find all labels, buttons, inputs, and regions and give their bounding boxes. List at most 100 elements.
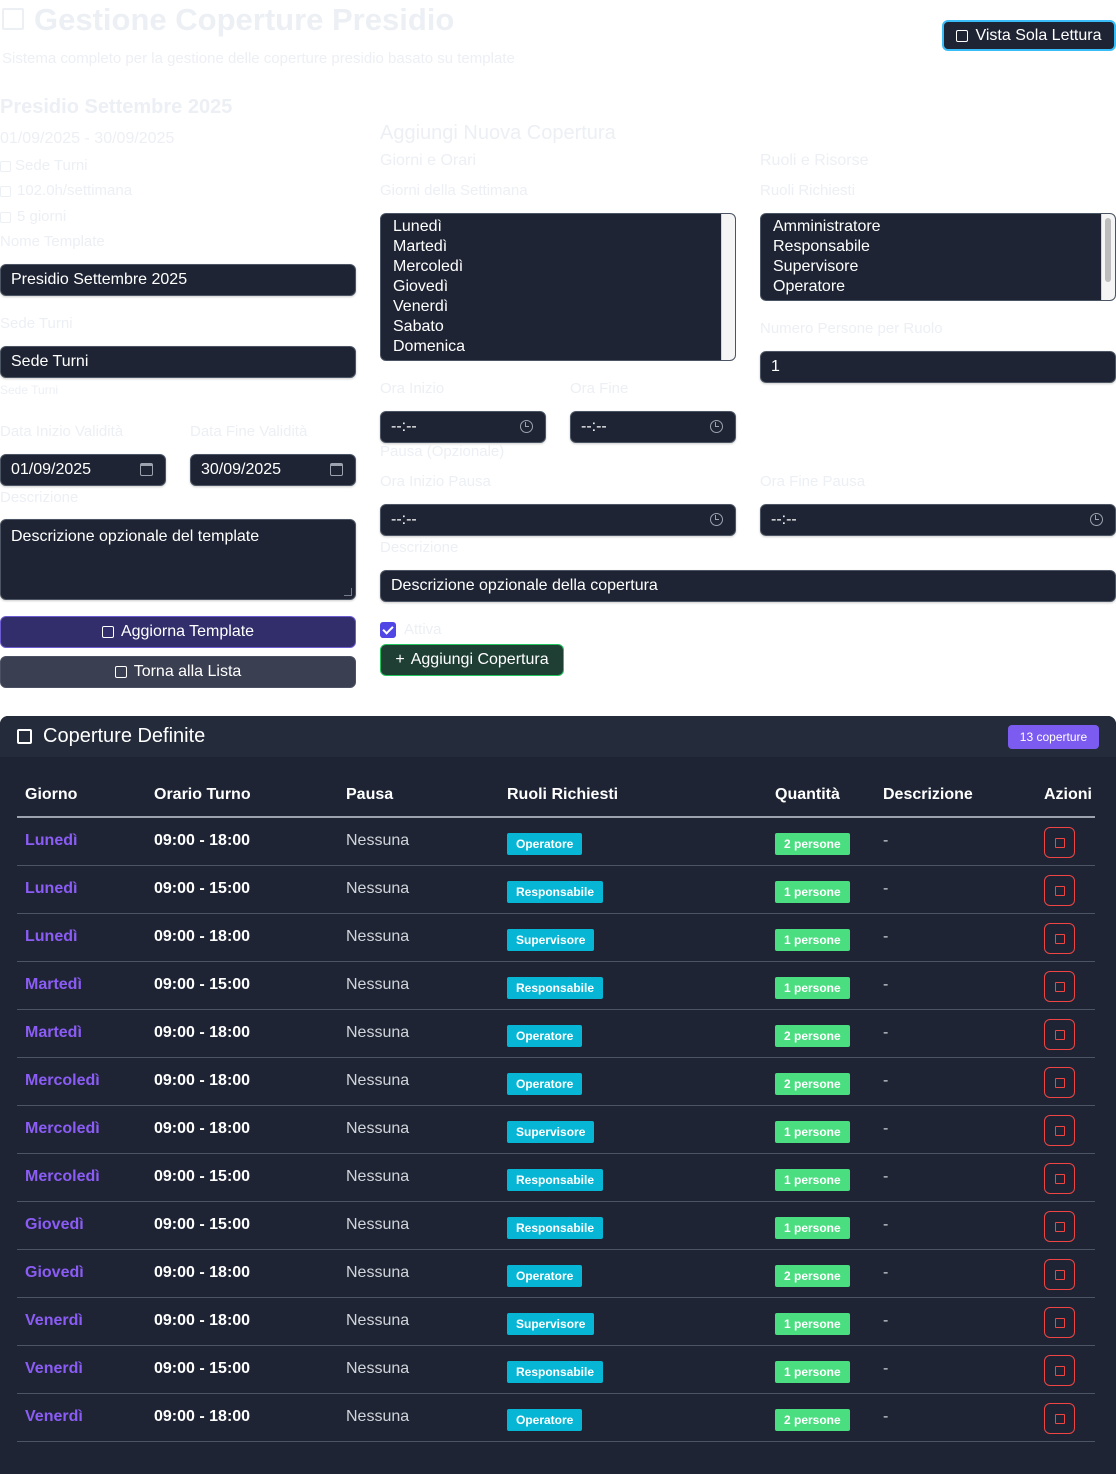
roles-label: Ruoli Richiesti: [760, 182, 856, 199]
column-header-pause[interactable]: Pausa: [338, 773, 499, 818]
cell-role: Operatore: [499, 1057, 767, 1106]
column-header-day[interactable]: Giorno: [17, 773, 146, 818]
role-option-responsabile[interactable]: Responsabile: [773, 237, 1115, 257]
day-option-martedi[interactable]: Martedì: [393, 237, 735, 257]
delete-coverage-button[interactable]: [1044, 923, 1075, 954]
cell-quantity: 2 persone: [767, 1009, 875, 1058]
cell-pause: Nessuna: [338, 1105, 499, 1154]
roles-listbox[interactable]: Amministratore Responsabile Supervisore …: [760, 213, 1116, 301]
cell-time: 09:00 - 18:00: [146, 1393, 338, 1442]
start-time-input[interactable]: --:--: [380, 411, 546, 443]
break-end-input[interactable]: --:--: [760, 504, 1116, 536]
delete-coverage-button[interactable]: [1044, 1307, 1075, 1338]
template-name-label: Nome Template: [0, 233, 105, 250]
cell-quantity: 2 persone: [767, 1393, 875, 1442]
roles-listbox-scrollbar[interactable]: [1101, 214, 1115, 300]
clock-picker-icon[interactable]: [520, 420, 533, 433]
template-period: 01/09/2025 - 30/09/2025: [0, 130, 175, 147]
table-row: Giovedì 09:00 - 15:00 Nessuna Responsabile 1…: [17, 1201, 1095, 1250]
day-option-giovedi[interactable]: Giovedì: [393, 277, 735, 297]
active-checkbox[interactable]: [380, 622, 396, 638]
coverages-title-text: Coperture Definite: [43, 725, 206, 747]
cell-pause: Nessuna: [338, 1201, 499, 1250]
coverages-title: Coperture Definite: [17, 725, 205, 748]
day-option-lunedi[interactable]: Lunedì: [393, 217, 735, 237]
calendar-picker-icon[interactable]: [330, 463, 343, 476]
coverage-description-input[interactable]: Descrizione opzionale della copertura: [380, 570, 1116, 602]
delete-coverage-button[interactable]: [1044, 1355, 1075, 1386]
break-end-label: Ora Fine Pausa: [760, 473, 866, 490]
clock-picker-icon[interactable]: [1090, 513, 1103, 526]
role-option-amministratore[interactable]: Amministratore: [773, 217, 1115, 237]
cell-quantity: 2 persone: [767, 1249, 875, 1298]
cell-role: Operatore: [499, 817, 767, 866]
delete-coverage-button[interactable]: [1044, 1019, 1075, 1050]
calendar-picker-icon[interactable]: [140, 463, 153, 476]
column-header-description[interactable]: Descrizione: [875, 773, 1036, 818]
template-end-date-input[interactable]: 30/09/2025: [190, 454, 356, 486]
break-start-input[interactable]: --:--: [380, 504, 736, 536]
template-description-textarea[interactable]: Descrizione opzionale del template: [0, 519, 356, 600]
cell-day: Lunedì: [17, 817, 146, 866]
column-header-time[interactable]: Orario Turno: [146, 773, 338, 818]
delete-coverage-button[interactable]: [1044, 1067, 1075, 1098]
delete-coverage-button[interactable]: [1044, 1115, 1075, 1146]
role-badge: Supervisore: [507, 929, 595, 951]
cell-quantity: 1 persone: [767, 913, 875, 962]
table-row: Mercoledì 09:00 - 18:00 Nessuna Operatore 2 …: [17, 1057, 1095, 1106]
location-icon: [0, 160, 11, 172]
quantity-badge: 2 persone: [775, 833, 850, 856]
quantity-badge: 1 persone: [775, 929, 850, 951]
template-start-label: Data Inizio Validità: [0, 423, 124, 440]
clock-picker-icon[interactable]: [710, 420, 723, 433]
column-header-actions[interactable]: Azioni: [1036, 773, 1095, 818]
cell-description: -: [875, 1105, 1036, 1154]
role-option-operatore[interactable]: Operatore: [773, 277, 1115, 297]
day-option-domenica[interactable]: Domenica: [393, 337, 735, 357]
delete-coverage-button[interactable]: [1044, 971, 1075, 1002]
template-end-label: Data Fine Validità: [190, 423, 308, 440]
cell-description: -: [875, 1345, 1036, 1394]
end-time-input[interactable]: --:--: [570, 411, 736, 443]
cell-pause: Nessuna: [338, 1153, 499, 1202]
coverages-card: Coperture Definite 13 coperture Giorno O…: [0, 716, 1116, 1474]
delete-coverage-button[interactable]: [1044, 1259, 1075, 1290]
update-template-button[interactable]: Aggiorna Template: [0, 616, 356, 648]
readonly-view-button[interactable]: Vista Sola Lettura: [942, 20, 1116, 51]
days-listbox-scrollbar[interactable]: [721, 214, 735, 360]
column-header-quantity[interactable]: Quantità: [767, 773, 875, 818]
clock-picker-icon[interactable]: [710, 513, 723, 526]
delete-coverage-button[interactable]: [1044, 875, 1075, 906]
delete-coverage-button[interactable]: [1044, 827, 1075, 859]
roles-listbox-scroll-thumb[interactable]: [1105, 218, 1111, 282]
add-coverage-button[interactable]: + Aggiungi Copertura: [380, 644, 564, 676]
role-badge: Responsabile: [507, 977, 604, 999]
cell-pause: Nessuna: [338, 1297, 499, 1346]
delete-coverage-button[interactable]: [1044, 1163, 1075, 1194]
role-option-supervisore[interactable]: Supervisore: [773, 257, 1115, 277]
template-location-label: Sede Turni: [0, 315, 73, 332]
cell-quantity: 2 persone: [767, 1057, 875, 1106]
back-to-list-button[interactable]: Torna alla Lista: [0, 656, 356, 688]
cell-time: 09:00 - 18:00: [146, 1297, 338, 1346]
update-template-label: Aggiorna Template: [120, 623, 255, 640]
column-header-roles[interactable]: Ruoli Richiesti: [499, 773, 767, 818]
new-coverage-title: Aggiungi Nuova Copertura: [380, 122, 616, 144]
resize-handle-icon[interactable]: [344, 588, 352, 596]
days-listbox[interactable]: Lunedì Martedì Mercoledì Giovedì Venerdì…: [380, 213, 736, 361]
day-option-venerdi[interactable]: Venerdì: [393, 297, 735, 317]
cell-pause: Nessuna: [338, 1009, 499, 1058]
day-option-sabato[interactable]: Sabato: [393, 317, 735, 337]
cell-quantity: 1 persone: [767, 1153, 875, 1202]
delete-coverage-button[interactable]: [1044, 1211, 1075, 1242]
table-row: Lunedì 09:00 - 15:00 Nessuna Responsabile 1 …: [17, 865, 1095, 914]
cell-actions: [1036, 1009, 1095, 1058]
cell-description: -: [875, 1009, 1036, 1058]
delete-coverage-button[interactable]: [1044, 1403, 1075, 1434]
template-name-input[interactable]: Presidio Settembre 2025: [0, 264, 356, 296]
people-count-input[interactable]: 1: [760, 351, 1116, 383]
quantity-badge: 2 persone: [775, 1073, 850, 1095]
template-location-input[interactable]: Sede Turni: [0, 346, 356, 378]
day-option-mercoledi[interactable]: Mercoledì: [393, 257, 735, 277]
template-start-date-input[interactable]: 01/09/2025: [0, 454, 166, 486]
